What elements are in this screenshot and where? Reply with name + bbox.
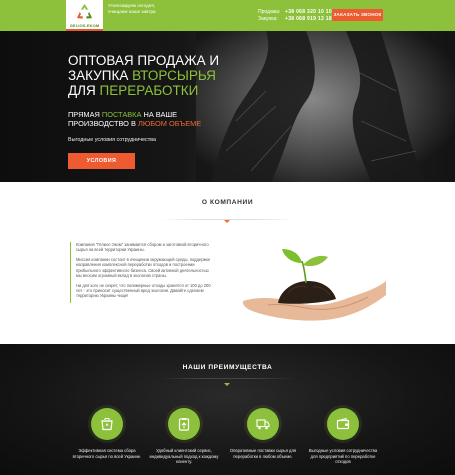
hero-title-highlight: вторсырья — [132, 68, 216, 84]
about-title: О компании — [201, 199, 254, 206]
phone-sales: Продажа: +38 068 320 10 10 — [258, 9, 332, 16]
advantage-text: Выгодные условия сотрудничества для пред… — [308, 448, 378, 464]
hero-section: Оптовая продажа и закупка вторсырья для … — [0, 31, 455, 182]
phone-purchase: Закупка: +38 068 919 13 18 — [258, 16, 332, 23]
phone-number[interactable]: +38 068 320 10 10 — [285, 9, 332, 15]
arrow-down-icon — [224, 220, 230, 223]
wallet-icon — [327, 408, 359, 440]
delivery-truck-icon — [247, 408, 279, 440]
title-divider — [160, 378, 295, 379]
about-text: Компания "Гелиос-Эком" занимается сбором… — [70, 242, 213, 304]
phone-number[interactable]: +38 068 919 13 18 — [285, 16, 332, 22]
logo[interactable]: GELIOS-EKOM — [66, 0, 103, 31]
about-paragraph: Компания "Гелиос-Эком" занимается сбором… — [76, 242, 209, 253]
hero-subtitle-text: Прямая — [68, 110, 102, 119]
hero-plastic-bags-image — [196, 31, 455, 182]
advantage-text: Эффективная система сбора вторичного сыр… — [72, 448, 142, 459]
hero-subtitle-highlight: любом объеме — [137, 119, 202, 129]
about-paragraph: Ни для кого не секрет, что полимерные от… — [76, 282, 211, 299]
hero-title-line: для — [68, 83, 100, 99]
hero-subtitle: Прямая поставка на ваше производство в л… — [68, 110, 228, 128]
hero-title: Оптовая продажа и закупка вторсырья для … — [68, 53, 228, 99]
about-section: О компании Компания "Гелиос-Эком" занима… — [0, 182, 455, 344]
clipboard-icon — [168, 408, 200, 440]
hero-subtitle-highlight: поставка — [101, 110, 142, 119]
tagline: Утилизируем сегодня, очищаем наше завтра — [108, 3, 156, 14]
advantage-text: Удобный клиентский сервис, индивидуальны… — [149, 448, 219, 464]
phone-list: Продажа: +38 068 320 10 10 Закупка: +38 06… — [258, 9, 332, 23]
site-header: GELIOS-EKOM Утилизируем сегодня, очищаем… — [0, 0, 455, 31]
logo-text: GELIOS-EKOM — [69, 23, 100, 28]
arrow-down-icon — [224, 383, 230, 386]
hero-subtitle-text: на ваше — [141, 110, 178, 119]
hero-subtitle-text: производство в — [68, 119, 138, 129]
about-paragraph: Миссия компании состоит в очищении окруж… — [76, 257, 211, 278]
advantages-title: Наши преимущества — [182, 364, 273, 371]
hand-with-sprout-image — [242, 249, 386, 321]
order-call-button[interactable]: ЗАКАЗАТЬ ЗВОНОК — [332, 9, 383, 21]
conditions-button[interactable]: Условия — [68, 153, 135, 169]
hero-title-line: Оптовая продажа и — [68, 53, 220, 68]
recycle-logo-icon — [76, 3, 93, 19]
recycle-bin-icon — [91, 408, 123, 440]
phone-label: Продажа: — [258, 9, 281, 15]
hero-title-highlight: переработки — [99, 83, 199, 99]
advantages-section: Наши преимущества Эффективная система сб… — [0, 344, 455, 475]
hero-note: Выгодные условия сотрудничества — [68, 137, 156, 143]
advantage-text: Оперативные поставки сырья для переработ… — [229, 448, 297, 459]
phone-label: Закупка: — [258, 16, 278, 22]
hero-title-line: закупка — [68, 68, 133, 84]
